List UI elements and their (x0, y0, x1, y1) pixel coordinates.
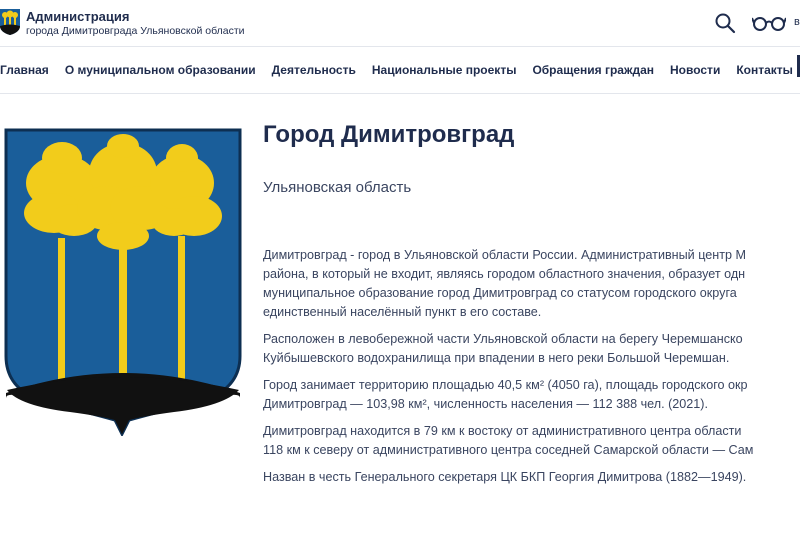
text-line: 118 км к северу от административного цен… (263, 443, 754, 457)
paragraph: Димитровград находится в 79 км к востоку… (263, 422, 800, 460)
nav-item-national-projects[interactable]: Национальные проекты (372, 63, 517, 77)
site-subtitle: города Димитровграда Ульяновской области (26, 25, 245, 37)
text-line: Димитровград - город в Ульяновской облас… (263, 248, 747, 262)
text-line: района, в который не входит, являясь гор… (263, 267, 746, 281)
nav-item-about[interactable]: О муниципальном образовании (65, 63, 256, 77)
main-nav: Главная О муниципальном образовании Деят… (0, 47, 800, 93)
paragraph: Димитровград - город в Ульяновской облас… (263, 246, 800, 322)
text-line: Расположен в левобережной части Ульяновс… (263, 332, 743, 346)
site-header: Администрация города Димитровграда Ульян… (0, 0, 800, 46)
nav-item-contacts[interactable]: Контакты (736, 63, 793, 77)
nav-item-news[interactable]: Новости (670, 63, 720, 77)
text-line: муниципальное образование город Димитров… (263, 286, 737, 300)
nav-divider (0, 93, 800, 94)
text-line: Назван в честь Генерального секретаря ЦК… (263, 470, 747, 484)
nav-item-citizen-appeals[interactable]: Обращения граждан (532, 63, 654, 77)
paragraph: Расположен в левобережной части Ульяновс… (263, 330, 800, 368)
text-line: Город занимает территорию площадью 40,5 … (263, 378, 748, 392)
nav-item-activity[interactable]: Деятельность (272, 63, 356, 77)
search-icon[interactable] (714, 12, 736, 34)
coat-of-arms-image (4, 128, 242, 436)
region-label: Ульяновская область (263, 179, 412, 196)
paragraph: Назван в честь Генерального секретаря ЦК… (263, 468, 800, 487)
header-trailing-text[interactable]: в (794, 16, 800, 28)
glasses-icon[interactable] (752, 12, 786, 34)
description-text: Димитровград - город в Ульяновской облас… (263, 246, 800, 495)
text-line: Димитровград — 103,98 км², численность н… (263, 397, 709, 411)
text-line: Куйбышевского водохранилища при впадении… (263, 351, 730, 365)
coat-of-arms-logo-icon[interactable] (0, 9, 20, 35)
site-title[interactable]: Администрация (26, 9, 129, 24)
paragraph: Город занимает территорию площадью 40,5 … (263, 376, 800, 414)
text-line: единственный населённый пункт в его сост… (263, 305, 542, 319)
nav-item-home[interactable]: Главная (0, 63, 49, 77)
text-line: Димитровград находится в 79 км к востоку… (263, 424, 742, 438)
page-title: Город Димитровград (263, 121, 515, 148)
